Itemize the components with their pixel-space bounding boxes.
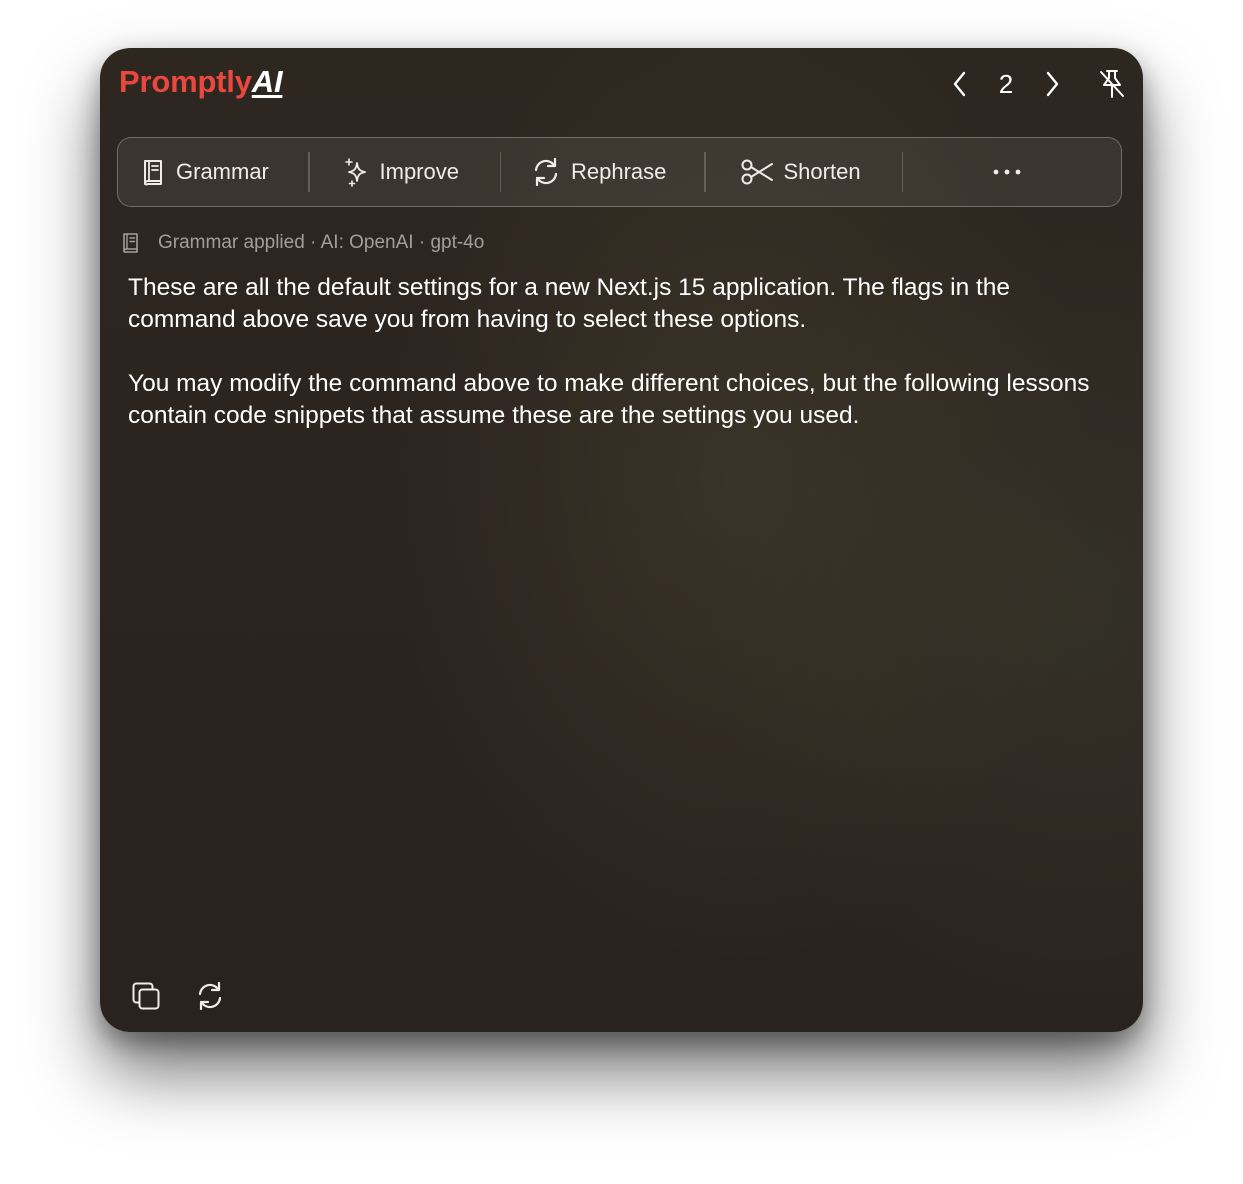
improve-button[interactable]: Improve [310, 138, 500, 206]
sparkle-icon [344, 158, 366, 187]
grammar-label: Grammar [176, 159, 269, 184]
action-toolbar: Grammar Improve Rephrase Shorten [117, 137, 1122, 207]
pin-off-icon [1100, 70, 1124, 98]
result-text[interactable]: These are all the default settings for a… [128, 272, 1118, 464]
book-icon [123, 233, 138, 253]
status-line: Grammar applied · AI: OpenAI · gpt-4o [122, 230, 484, 256]
improve-label: Improve [379, 159, 459, 184]
more-icon [993, 169, 1021, 175]
result-paragraph: These are all the default settings for a… [128, 274, 1011, 333]
scissors-icon [741, 159, 773, 185]
pin-button[interactable] [1095, 66, 1129, 102]
previous-button[interactable] [943, 66, 977, 102]
chevron-left-icon [953, 71, 966, 97]
refresh-icon [198, 981, 222, 1011]
more-button[interactable] [903, 138, 1121, 206]
grammar-button[interactable]: Grammar [118, 138, 308, 206]
rephrase-button[interactable]: Rephrase [501, 138, 704, 206]
logo-brand: Promptly [119, 64, 252, 99]
page-number: 2 [998, 68, 1014, 99]
shorten-label: Shorten [783, 159, 861, 184]
logo-ai: AI [251, 64, 283, 99]
result-paragraph: You may modify the command above to make… [128, 370, 1090, 429]
chevron-right-icon [1046, 71, 1059, 97]
promptly-window: PromptlyAI 2 Grammar Improve Rephrase Sh… [100, 48, 1143, 1032]
result-navigation: 2 [943, 66, 1129, 102]
status-text: Grammar applied · AI: OpenAI · gpt-4o [158, 232, 485, 253]
footer-actions [126, 976, 254, 1016]
app-logo: PromptlyAI [119, 64, 283, 100]
book-icon [144, 160, 162, 186]
regenerate-button[interactable] [190, 976, 230, 1016]
rephrase-label: Rephrase [571, 159, 667, 184]
copy-button[interactable] [126, 976, 166, 1016]
refresh-icon [534, 157, 558, 187]
next-button[interactable] [1035, 66, 1069, 102]
shorten-button[interactable]: Shorten [706, 138, 902, 206]
header: PromptlyAI 2 [100, 48, 1143, 128]
copy-icon [132, 982, 160, 1010]
